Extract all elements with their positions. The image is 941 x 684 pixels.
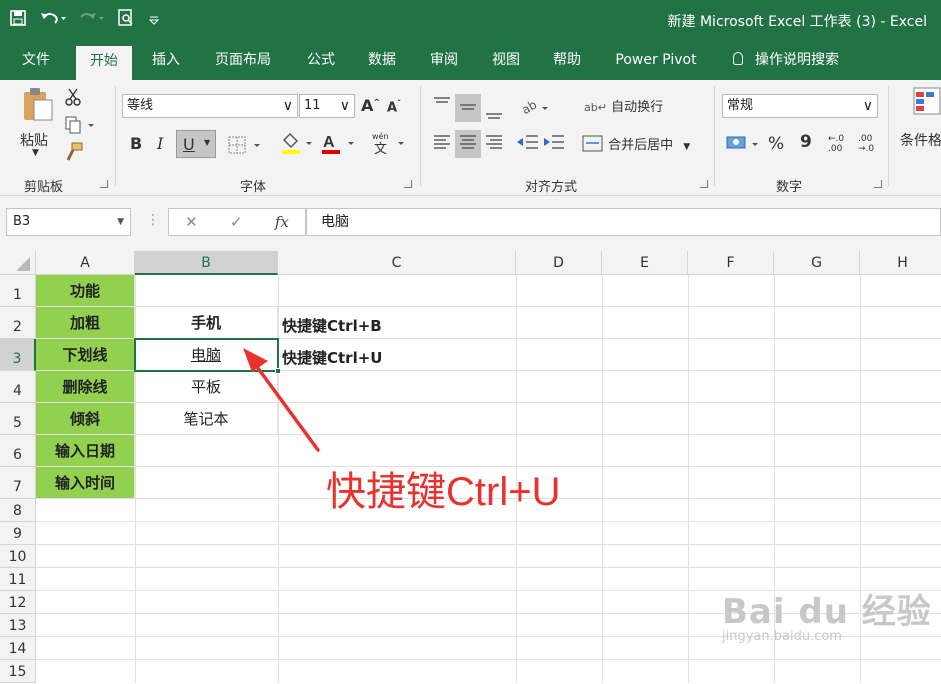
annotation-arrow [243, 348, 320, 452]
annotation-text: 快捷键Ctrl+U [326, 470, 561, 514]
watermark: Bai du 经验 jingyan.baidu.com [722, 584, 932, 644]
watermark-logo: Bai du 经验 [722, 592, 932, 632]
